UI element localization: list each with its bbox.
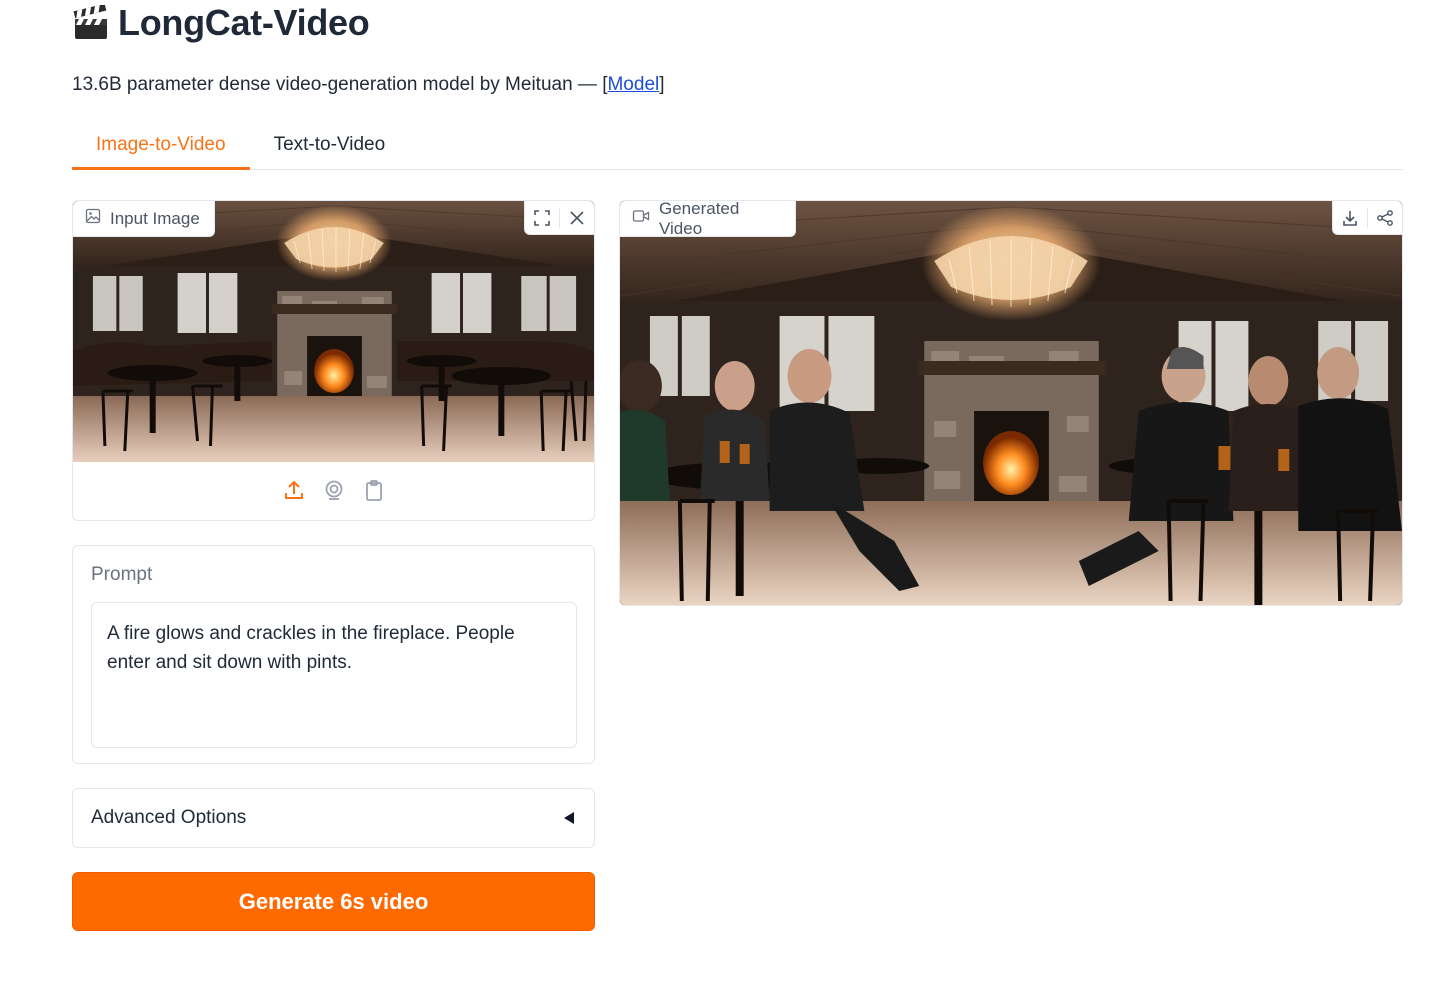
- webcam-icon[interactable]: [323, 479, 345, 501]
- fullscreen-icon[interactable]: [525, 201, 559, 235]
- tab-text-to-video[interactable]: Text-to-Video: [250, 126, 410, 170]
- input-image-preview: [73, 201, 594, 462]
- upload-icon[interactable]: [283, 479, 305, 501]
- generated-video-badge: Generated Video: [620, 200, 796, 238]
- generated-video-label: Generated Video: [659, 200, 740, 238]
- generated-video-player[interactable]: [620, 201, 1402, 605]
- image-source-row: [73, 460, 594, 520]
- advanced-options-accordion[interactable]: Advanced Options: [72, 788, 595, 848]
- generated-video-panel[interactable]: Generated Video: [619, 200, 1403, 606]
- generate-button[interactable]: Generate 6s video: [72, 872, 595, 931]
- share-icon[interactable]: [1368, 201, 1402, 235]
- subtitle: 13.6B parameter dense video-generation m…: [72, 74, 665, 96]
- prompt-label: Prompt: [91, 564, 153, 585]
- generated-video-tools: [1332, 201, 1402, 235]
- advanced-options-label: Advanced Options: [91, 807, 247, 828]
- clapper-board-icon: [72, 3, 110, 41]
- tab-image-to-video[interactable]: Image-to-Video: [72, 126, 250, 170]
- collapse-arrow-icon[interactable]: [562, 811, 576, 825]
- clipboard-icon[interactable]: [363, 479, 385, 501]
- app-title: LongCat-Video: [72, 2, 370, 44]
- prompt-textarea[interactable]: A fire glows and crackles in the firepla…: [91, 602, 577, 748]
- subtitle-text: 13.6B parameter dense video-generation m…: [72, 74, 608, 95]
- app-title-text: LongCat-Video: [118, 2, 370, 43]
- prompt-panel: Prompt A fire glows and crackles in the …: [72, 545, 595, 764]
- download-icon[interactable]: [1333, 201, 1367, 235]
- input-image-badge: Input Image: [73, 201, 215, 237]
- input-image-tools: [524, 201, 594, 235]
- input-image-label: Input Image: [110, 208, 200, 228]
- model-link[interactable]: Model: [607, 74, 659, 95]
- subtitle-end: ]: [659, 74, 665, 95]
- video-icon: [632, 208, 650, 229]
- close-icon[interactable]: [560, 201, 594, 235]
- tab-bar: Image-to-Video Text-to-Video: [72, 126, 1403, 170]
- image-icon: [85, 208, 101, 229]
- input-image-panel[interactable]: Input Image: [72, 200, 595, 521]
